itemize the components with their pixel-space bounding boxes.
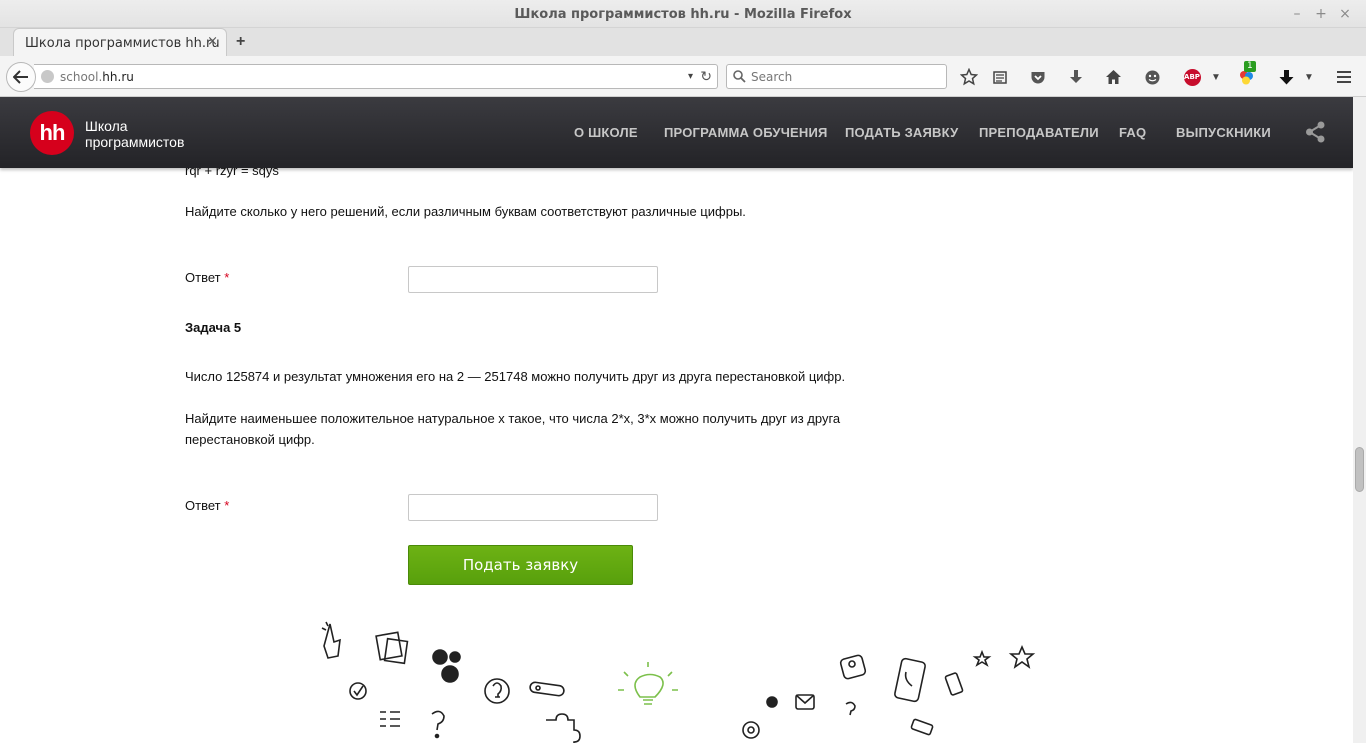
extension-icon[interactable]: 1 bbox=[1235, 61, 1257, 88]
nav-teachers[interactable]: ПРЕПОДАВАТЕЛИ bbox=[979, 125, 1099, 140]
menu-icon[interactable] bbox=[1333, 66, 1355, 88]
page-viewport: hh Школа программистов О ШКОЛЕ ПРОГРАММА… bbox=[0, 97, 1353, 743]
download-icon[interactable] bbox=[1065, 66, 1087, 88]
notes-icon bbox=[375, 631, 409, 665]
usb-icon bbox=[529, 681, 565, 697]
tab-title: Школа программистов hh.ru bbox=[25, 36, 220, 51]
pocket-icon[interactable] bbox=[1027, 66, 1049, 88]
previous-task-question: Найдите сколько у него решений, если раз… bbox=[185, 204, 746, 219]
window-titlebar: Школа программистов hh.ru - Mozilla Fire… bbox=[0, 0, 1366, 28]
hh-logo[interactable]: hh bbox=[30, 111, 74, 155]
adblock-dropdown-icon[interactable]: ▼ bbox=[1205, 66, 1227, 88]
question-mark-icon bbox=[431, 710, 445, 739]
page-scrollbar[interactable] bbox=[1353, 97, 1366, 743]
task5-paragraph-2-line-2: перестановкой цифр. bbox=[185, 432, 315, 447]
mail-icon bbox=[795, 694, 815, 710]
task5-title: Задача 5 bbox=[185, 320, 242, 335]
checklist-icon bbox=[380, 711, 400, 727]
dot-circle-icon bbox=[766, 696, 778, 708]
hand-pointer-icon bbox=[321, 621, 341, 659]
nav-faq[interactable]: FAQ bbox=[1119, 125, 1146, 140]
downloads-dropdown-icon[interactable]: ▼ bbox=[1298, 66, 1320, 88]
nav-about[interactable]: О ШКОЛЕ bbox=[574, 125, 638, 140]
answer-label: Ответ * bbox=[185, 270, 230, 285]
emoji-icon[interactable] bbox=[1141, 66, 1163, 88]
doodles-illustration bbox=[321, 621, 1036, 743]
back-arrow-icon bbox=[13, 70, 28, 84]
extension-badge: 1 bbox=[1244, 61, 1256, 72]
star-large-icon bbox=[1008, 644, 1036, 669]
search-placeholder: Search bbox=[751, 70, 793, 84]
close-window-button[interactable]: × bbox=[1336, 5, 1354, 23]
star-outline-icon bbox=[972, 649, 992, 667]
mobile-icon bbox=[944, 672, 964, 696]
answer-label: Ответ * bbox=[185, 498, 230, 513]
answer-input-task5[interactable] bbox=[408, 494, 658, 521]
globe-icon bbox=[41, 70, 54, 83]
task5-paragraph-2-line-1: Найдите наименьшее положительное натурал… bbox=[185, 411, 841, 426]
submit-application-button[interactable]: Подать заявку bbox=[408, 545, 633, 585]
url-text: school.hh.ru bbox=[60, 70, 134, 84]
new-tab-button[interactable]: + bbox=[236, 33, 245, 51]
task5-paragraph-1: Число 125874 и результат умножения его н… bbox=[185, 369, 846, 384]
phone-icon bbox=[894, 657, 926, 703]
question-small-icon bbox=[845, 701, 856, 716]
back-button[interactable] bbox=[6, 62, 36, 92]
answer-input-task4[interactable] bbox=[408, 266, 658, 293]
downloads-icon[interactable] bbox=[1275, 66, 1297, 88]
maximize-button[interactable]: + bbox=[1312, 5, 1330, 23]
url-bar[interactable]: school.hh.ru ▾ ↻ bbox=[34, 64, 718, 89]
scrollbar-thumb[interactable] bbox=[1355, 447, 1364, 492]
site-name[interactable]: Школа программистов bbox=[85, 118, 184, 150]
lightbulb-bubble-icon bbox=[484, 678, 510, 704]
url-dropdown-icon[interactable]: ▾ bbox=[688, 71, 693, 82]
search-icon bbox=[733, 70, 746, 83]
puzzle-icon bbox=[546, 713, 581, 743]
share-icon[interactable] bbox=[1305, 121, 1326, 143]
window-title: Школа программистов hh.ru - Mozilla Fire… bbox=[514, 7, 852, 22]
tab-close-icon[interactable]: × bbox=[207, 34, 218, 49]
gear-outline-icon bbox=[742, 721, 760, 739]
nav-graduates[interactable]: ВЫПУСКНИКИ bbox=[1176, 125, 1271, 140]
tab-bar: Школа программистов hh.ru × + bbox=[0, 28, 1366, 57]
home-icon[interactable] bbox=[1102, 66, 1124, 88]
search-bar[interactable]: Search bbox=[726, 64, 947, 89]
navigation-toolbar: school.hh.ru ▾ ↻ Search ABP ▼ 1 ▼ bbox=[0, 56, 1366, 97]
tab-school-hh[interactable]: Школа программистов hh.ru × bbox=[13, 28, 227, 57]
reading-list-icon[interactable] bbox=[989, 66, 1011, 88]
bookmark-star-icon[interactable] bbox=[958, 66, 980, 88]
nav-apply[interactable]: ПОДАТЬ ЗАЯВКУ bbox=[845, 125, 958, 140]
contact-card-icon bbox=[839, 654, 867, 680]
gears-icon bbox=[432, 649, 461, 683]
lightbulb-green-icon bbox=[618, 662, 678, 705]
minimize-button[interactable]: – bbox=[1288, 5, 1306, 23]
check-circle-icon bbox=[349, 682, 367, 700]
nav-program[interactable]: ПРОГРАММА ОБУЧЕНИЯ bbox=[664, 125, 828, 140]
site-header: hh Школа программистов О ШКОЛЕ ПРОГРАММА… bbox=[0, 97, 1353, 168]
battery-icon bbox=[910, 718, 934, 736]
adblock-icon[interactable]: ABP bbox=[1181, 66, 1203, 88]
reload-icon[interactable]: ↻ bbox=[700, 68, 712, 85]
